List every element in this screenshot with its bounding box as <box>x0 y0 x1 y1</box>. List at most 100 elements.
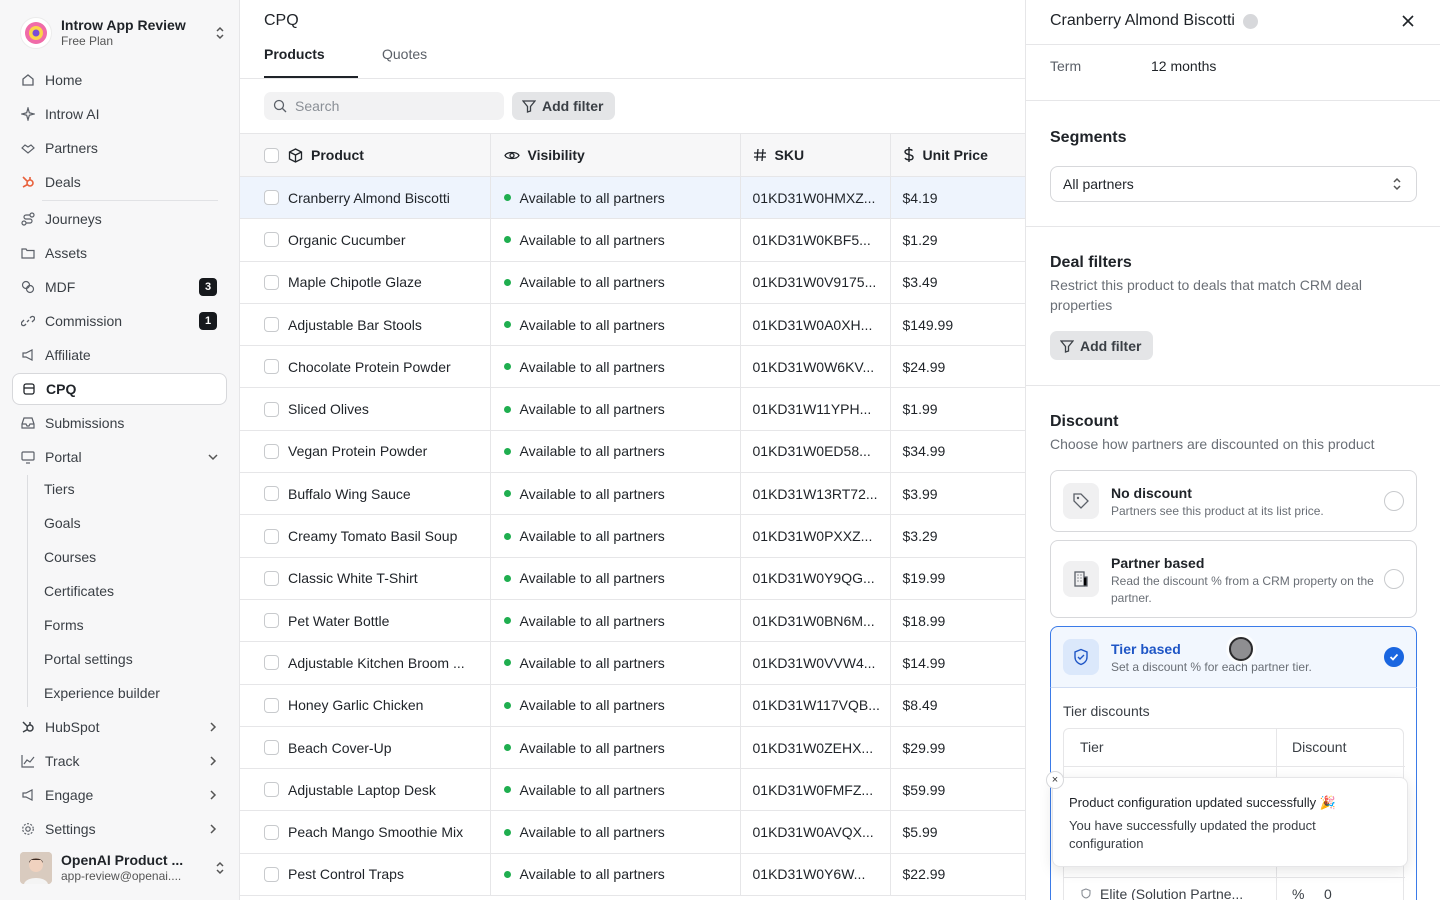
product-cell[interactable]: Adjustable Bar Stools <box>240 303 491 347</box>
nav-portal-settings[interactable]: Portal settings <box>44 649 133 669</box>
elite-discount-input[interactable]: 0 <box>1324 886 1332 900</box>
nav-portal-tiers[interactable]: Tiers <box>44 479 75 499</box>
row-checkbox[interactable] <box>264 486 279 502</box>
tab-quotes[interactable]: Quotes <box>382 46 427 66</box>
product-cell[interactable]: Pet Water Bottle <box>240 599 491 643</box>
nav-assets[interactable]: Assets <box>12 237 227 269</box>
row-checkbox[interactable] <box>264 232 279 248</box>
row-checkbox[interactable] <box>264 782 279 798</box>
workspace-switcher[interactable]: Introw App Review Free Plan <box>20 14 228 52</box>
nav-deals[interactable]: Deals <box>12 166 227 198</box>
product-cell[interactable]: Classic White T-Shirt <box>240 557 491 600</box>
column-sku[interactable]: SKU <box>740 133 891 177</box>
product-cell[interactable]: Honey Garlic Chicken <box>240 684 491 727</box>
nav-engage[interactable]: Engage <box>12 779 227 811</box>
table-row[interactable]: Organic Cucumber Available to all partner… <box>240 218 1025 262</box>
radio-no-discount[interactable] <box>1384 491 1404 511</box>
nav-cpq[interactable]: CPQ <box>12 373 227 405</box>
visibility-text: Available to all partners <box>519 443 665 460</box>
nav-portal-certificates[interactable]: Certificates <box>44 581 114 601</box>
product-cell[interactable]: Chocolate Protein Powder <box>240 345 491 389</box>
table-row[interactable]: Pet Water Bottle Available to all partner… <box>240 599 1025 643</box>
table-row[interactable]: Maple Chipotle Glaze Available to all par… <box>240 261 1025 304</box>
deal-add-filter-button[interactable]: Add filter <box>1050 331 1153 360</box>
nav-affiliate[interactable]: Affiliate <box>12 339 227 371</box>
product-cell[interactable]: Peach Mango Smoothie Mix <box>240 810 491 854</box>
row-checkbox[interactable] <box>264 190 279 206</box>
product-cell[interactable]: Adjustable Kitchen Broom ... <box>240 641 491 685</box>
user-menu[interactable]: OpenAI Product ... app-review@openai.... <box>20 850 228 886</box>
price-cell: $8.49 <box>890 684 1025 727</box>
table-row[interactable]: Peach Mango Smoothie Mix Available to all… <box>240 810 1025 854</box>
product-cell[interactable]: Beach Cover-Up <box>240 726 491 770</box>
tab-products[interactable]: Products <box>264 46 325 66</box>
table-row[interactable]: Adjustable Bar Stools Available to all pa… <box>240 303 1025 347</box>
nav-submissions[interactable]: Submissions <box>12 407 227 439</box>
search-input[interactable]: Search <box>264 92 504 120</box>
product-cell[interactable]: Buffalo Wing Sauce <box>240 472 491 516</box>
radio-partner-based[interactable] <box>1384 569 1404 589</box>
nav-portal[interactable]: Portal <box>12 441 227 473</box>
nav-settings-label: Settings <box>45 821 96 837</box>
table-row[interactable]: Buffalo Wing Sauce Available to all partn… <box>240 472 1025 516</box>
product-cell[interactable]: Pest Control Traps <box>240 853 491 897</box>
row-checkbox[interactable] <box>264 401 279 417</box>
radio-tier-based[interactable] <box>1384 647 1404 667</box>
table-row[interactable]: Sliced Olives Available to all partners 01… <box>240 387 1025 431</box>
row-checkbox[interactable] <box>264 824 279 840</box>
table-row[interactable]: Chocolate Protein Powder Available to all… <box>240 345 1025 389</box>
row-checkbox[interactable] <box>264 317 279 333</box>
segments-select[interactable]: All partners <box>1050 166 1417 202</box>
product-cell[interactable]: Creamy Tomato Basil Soup <box>240 514 491 558</box>
nav-track[interactable]: Track <box>12 745 227 777</box>
row-checkbox[interactable] <box>264 866 279 882</box>
nav-portal-experience-builder[interactable]: Experience builder <box>44 683 160 703</box>
row-checkbox[interactable] <box>264 740 279 755</box>
nav-portal-forms[interactable]: Forms <box>44 615 84 635</box>
row-checkbox[interactable] <box>264 359 279 375</box>
nav-introw-ai[interactable]: Introw AI <box>12 98 227 130</box>
nav-home[interactable]: Home <box>12 64 227 96</box>
row-checkbox[interactable] <box>264 274 279 290</box>
table-row[interactable]: Classic White T-Shirt Available to all pa… <box>240 557 1025 600</box>
nav-portal-courses[interactable]: Courses <box>44 547 96 567</box>
nav-journeys[interactable]: Journeys <box>12 203 227 235</box>
nav-hubspot[interactable]: HubSpot <box>12 711 227 743</box>
row-checkbox[interactable] <box>264 443 279 459</box>
product-cell[interactable]: Organic Cucumber <box>240 218 491 262</box>
product-cell[interactable]: Vegan Protein Powder <box>240 430 491 474</box>
product-cell[interactable]: Maple Chipotle Glaze <box>240 261 491 304</box>
table-row[interactable]: Beach Cover-Up Available to all partners 0… <box>240 726 1025 770</box>
nav-portal-goals[interactable]: Goals <box>44 513 81 533</box>
table-row[interactable]: Cranberry Almond Biscotti Available to al… <box>240 176 1025 220</box>
column-visibility[interactable]: Visibility <box>490 133 741 177</box>
table-row[interactable]: Pest Control Traps Available to all partn… <box>240 853 1025 897</box>
sku-text: 01KD31W13RT72... <box>752 485 878 502</box>
toast-close-button[interactable]: × <box>1046 771 1064 789</box>
table-row[interactable]: Adjustable Kitchen Broom ... Available to… <box>240 641 1025 685</box>
nav-mdf[interactable]: MDF 3 <box>12 271 227 303</box>
table-row[interactable]: Creamy Tomato Basil Soup Available to all… <box>240 514 1025 558</box>
row-checkbox[interactable] <box>264 528 279 544</box>
add-filter-button[interactable]: Add filter <box>512 92 615 120</box>
close-panel-button[interactable] <box>1401 14 1415 31</box>
column-product[interactable]: Product <box>240 133 491 177</box>
table-row[interactable]: Honey Garlic Chicken Available to all par… <box>240 684 1025 727</box>
table-row[interactable]: Adjustable Laptop Desk Available to all p… <box>240 768 1025 812</box>
select-all-checkbox[interactable] <box>264 147 279 163</box>
nav-commission[interactable]: Commission 1 <box>12 305 227 337</box>
row-checkbox[interactable] <box>264 613 279 629</box>
product-cell[interactable]: Sliced Olives <box>240 387 491 431</box>
row-checkbox[interactable] <box>264 655 279 671</box>
info-icon[interactable] <box>1242 13 1258 29</box>
table-row[interactable]: Vegan Protein Powder Available to all par… <box>240 430 1025 474</box>
nav-settings[interactable]: Settings <box>12 813 227 845</box>
column-unit-price[interactable]: Unit Price <box>890 133 1025 177</box>
discount-option-none[interactable]: No discount Partners see this product at… <box>1050 470 1417 532</box>
nav-partners[interactable]: Partners <box>12 132 227 164</box>
product-cell[interactable]: Cranberry Almond Biscotti <box>240 176 491 220</box>
row-checkbox[interactable] <box>264 570 279 586</box>
discount-option-partner[interactable]: Partner based Read the discount % from a… <box>1050 540 1417 618</box>
row-checkbox[interactable] <box>264 697 279 713</box>
product-cell[interactable]: Adjustable Laptop Desk <box>240 768 491 812</box>
